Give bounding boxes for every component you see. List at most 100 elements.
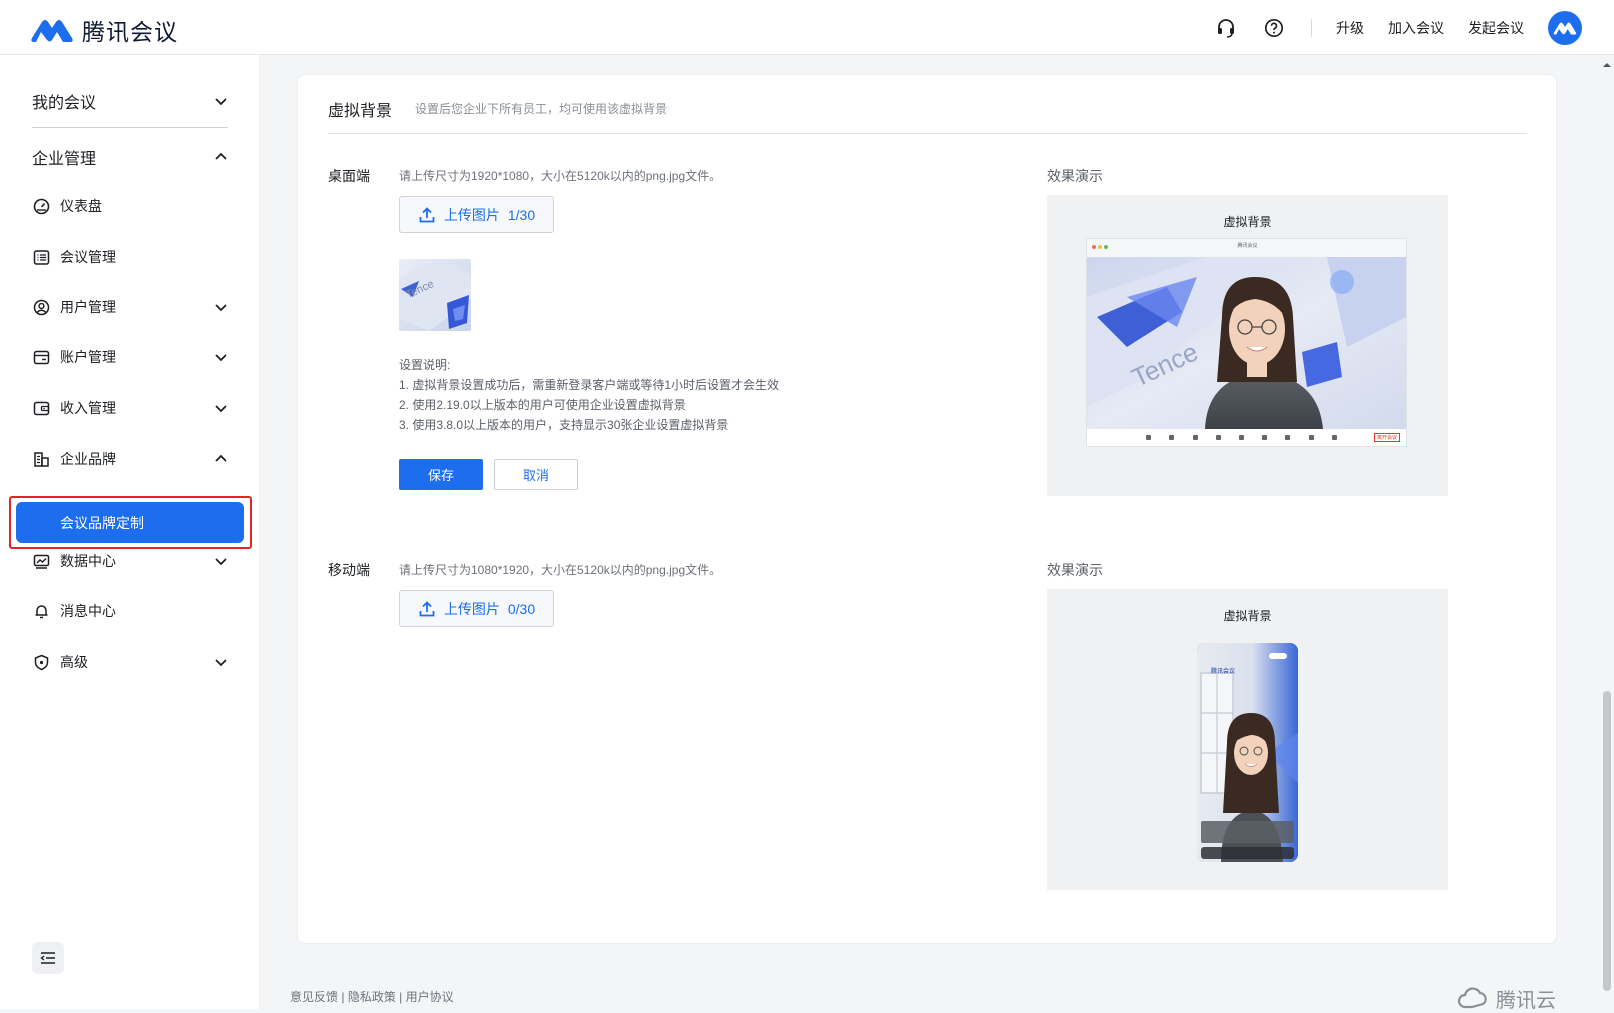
upload-label: 上传图片 xyxy=(443,600,500,617)
scrollbar-thumb[interactable] xyxy=(1603,691,1611,991)
dashboard-icon xyxy=(32,197,50,215)
notes-line: 1. 虚拟背景设置成功后，需重新登录客户端或等待1小时后设置才会生效 xyxy=(399,378,780,392)
mobile-demo-phone: 腾讯会议 xyxy=(1197,643,1298,862)
upload-label: 上传图片 xyxy=(443,206,500,223)
upload-count: 1/30 xyxy=(507,206,536,223)
mobile-background-preview-image xyxy=(1197,643,1298,862)
help-icon[interactable] xyxy=(1263,17,1285,39)
sidebar: 我的会议 企业管理 仪表盘 会议管理 用户管理 账户管理 收入管理 企业品牌 会… xyxy=(0,55,259,1009)
save-button[interactable]: 保存 xyxy=(399,459,483,490)
upgrade-link[interactable]: 升级 xyxy=(1336,18,1364,38)
sidebar-item-label: 消息中心 xyxy=(60,603,116,619)
page-scrollbar[interactable] xyxy=(1600,55,1614,1009)
mobile-demo-label: 效果演示 xyxy=(1047,562,1103,578)
notes-line: 2. 使用2.19.0以上版本的用户可使用企业设置虚拟背景 xyxy=(399,398,686,412)
mobile-upload-button[interactable]: 上传图片 0/30 xyxy=(399,590,554,627)
desktop-upload-button[interactable]: 上传图片 1/30 xyxy=(399,196,554,233)
demo-title: 虚拟背景 xyxy=(1223,215,1272,229)
demo-meeting-toolbar: 离开会议 xyxy=(1087,429,1406,446)
building-icon xyxy=(32,450,50,468)
sidebar-item-label: 会议管理 xyxy=(60,249,116,265)
demo-leave-button: 离开会议 xyxy=(1373,433,1400,442)
card-subtitle: 设置后您企业下所有员工，均可使用该虚拟背景 xyxy=(415,102,668,116)
cloud-logo-icon xyxy=(1457,986,1487,1008)
sidebar-item-label: 仪表盘 xyxy=(60,198,102,214)
sidebar-item-dashboard[interactable]: 仪表盘 xyxy=(32,196,228,216)
shield-icon xyxy=(32,653,50,671)
topbar-separator xyxy=(1311,18,1312,37)
desktop-label: 桌面端 xyxy=(328,168,370,184)
sidebar-item-enterprise-brand[interactable]: 企业品牌 xyxy=(32,449,228,469)
sidebar-group-enterprise[interactable]: 企业管理 xyxy=(32,145,228,169)
card-divider xyxy=(328,133,1527,134)
chevron-down-icon xyxy=(215,354,227,362)
sidebar-group-my-meetings[interactable]: 我的会议 xyxy=(32,89,228,113)
sidebar-item-label: 数据中心 xyxy=(60,553,116,569)
cancel-button[interactable]: 取消 xyxy=(494,459,578,490)
sidebar-item-revenue-management[interactable]: 收入管理 xyxy=(32,398,228,418)
wallet-icon xyxy=(32,399,50,417)
chevron-down-icon xyxy=(215,558,227,566)
collapse-sidebar-button[interactable] xyxy=(32,942,64,974)
sidebar-group-label: 我的会议 xyxy=(32,95,97,112)
sidebar-item-label: 账户管理 xyxy=(60,349,116,365)
sidebar-item-message-center[interactable]: 消息中心 xyxy=(32,601,228,621)
settings-notes: 设置说明: 1. 虚拟背景设置成功后，需重新登录客户端或等待1小时后设置才会生效… xyxy=(399,355,779,435)
sidebar-item-advanced[interactable]: 高级 xyxy=(32,652,228,672)
collapse-menu-icon xyxy=(40,952,55,964)
sidebar-item-user-management[interactable]: 用户管理 xyxy=(32,297,228,317)
start-meeting-link[interactable]: 发起会议 xyxy=(1468,18,1524,38)
sidebar-item-data-center[interactable]: 数据中心 xyxy=(32,551,228,571)
user-icon xyxy=(32,298,50,316)
join-meeting-link[interactable]: 加入会议 xyxy=(1388,18,1444,38)
app-name: 腾讯会议 xyxy=(82,19,178,45)
desktop-demo-preview: 虚拟背景 腾讯会议 Tence 离开会议 xyxy=(1047,195,1448,496)
upload-count: 0/30 xyxy=(507,600,536,617)
top-bar: 腾讯会议 升级 加入会议 发起会议 xyxy=(0,0,1614,55)
upload-icon xyxy=(418,206,436,224)
chevron-down-icon xyxy=(215,304,227,312)
sidebar-item-label: 用户管理 xyxy=(60,299,116,315)
user-avatar[interactable] xyxy=(1548,10,1582,45)
demo-window-title: 腾讯会议 xyxy=(1237,243,1258,249)
app-logo[interactable]: 腾讯会议 xyxy=(30,13,178,47)
feedback-link[interactable]: 意见反馈 xyxy=(290,990,338,1004)
mobile-demo-preview: 虚拟背景 腾讯会议 xyxy=(1047,589,1448,890)
desktop-upload-hint: 请上传尺寸为1920*1080，大小在5120k以内的png.jpg文件。 xyxy=(399,169,722,183)
upload-icon xyxy=(418,600,436,618)
chart-icon xyxy=(32,552,50,570)
footer-separator: | xyxy=(338,990,348,1004)
footer-separator: | xyxy=(395,990,406,1004)
uploaded-background-thumbnail[interactable]: Tence xyxy=(399,259,471,331)
desktop-demo-label: 效果演示 xyxy=(1047,168,1103,184)
sidebar-item-account-management[interactable]: 账户管理 xyxy=(32,347,228,367)
card-icon xyxy=(32,348,50,366)
tencent-meeting-logo-icon xyxy=(31,20,73,42)
mobile-upload-hint: 请上传尺寸为1080*1920，大小在5120k以内的png.jpg文件。 xyxy=(399,563,722,577)
sidebar-item-meeting-management[interactable]: 会议管理 xyxy=(32,247,228,267)
notes-title: 设置说明: xyxy=(399,358,451,372)
notes-line: 3. 使用3.8.0以上版本的用户，支持显示30张企业设置虚拟背景 xyxy=(399,418,729,432)
chevron-up-icon xyxy=(215,454,227,462)
card-title: 虚拟背景 xyxy=(328,103,393,120)
sidebar-divider xyxy=(32,127,228,128)
demo-title: 虚拟背景 xyxy=(1223,609,1272,623)
bell-icon xyxy=(32,602,50,620)
mobile-label: 移动端 xyxy=(328,562,370,578)
privacy-policy-link[interactable]: 隐私政策 xyxy=(348,990,396,1004)
sidebar-item-meeting-brand-customization[interactable]: 会议品牌定制 xyxy=(16,502,244,543)
user-agreement-link[interactable]: 用户协议 xyxy=(406,990,454,1004)
chevron-down-icon xyxy=(215,405,227,413)
chevron-down-icon xyxy=(215,659,227,667)
chevron-down-icon xyxy=(215,98,227,106)
desktop-demo-window: 腾讯会议 Tence 离开会议 xyxy=(1086,238,1407,447)
sidebar-item-label: 高级 xyxy=(60,654,88,670)
virtual-background-card: 虚拟背景 设置后您企业下所有员工，均可使用该虚拟背景 桌面端 请上传尺寸为192… xyxy=(297,74,1557,944)
footer-links: 意见反馈 | 隐私政策 | 用户协议 xyxy=(290,988,454,1005)
sidebar-item-label: 收入管理 xyxy=(60,400,116,416)
mobile-demo-brand: 腾讯会议 xyxy=(1211,669,1236,675)
list-icon xyxy=(32,248,50,266)
scroll-up-arrow-icon[interactable] xyxy=(1600,59,1614,71)
sidebar-group-label: 企业管理 xyxy=(32,151,97,168)
headset-icon[interactable] xyxy=(1215,17,1237,39)
